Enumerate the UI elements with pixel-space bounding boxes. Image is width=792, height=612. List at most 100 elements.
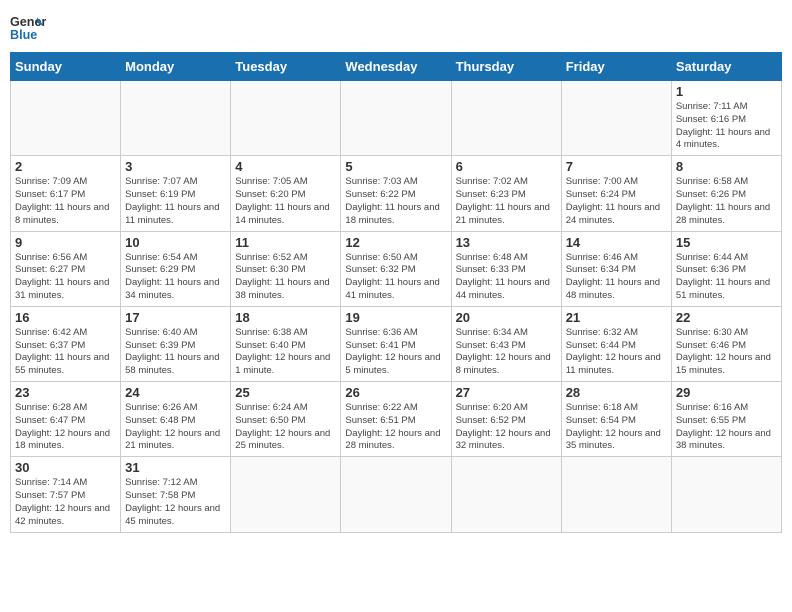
- day-info: Sunrise: 7:11 AM Sunset: 6:16 PM Dayligh…: [676, 101, 777, 152]
- day-info: Sunrise: 6:22 AM Sunset: 6:51 PM Dayligh…: [345, 402, 446, 453]
- calendar-cell: 8 Sunrise: 6:58 AM Sunset: 6:26 PM Daylig…: [671, 156, 781, 231]
- day-info: Sunrise: 6:28 AM Sunset: 6:47 PM Dayligh…: [15, 402, 116, 453]
- calendar-cell: 21 Sunrise: 6:32 AM Sunset: 6:44 PM Dayli…: [561, 306, 671, 381]
- calendar-cell: 18 Sunrise: 6:38 AM Sunset: 6:40 PM Dayli…: [231, 306, 341, 381]
- day-number: 22: [676, 310, 777, 325]
- calendar-cell: 31 Sunrise: 7:12 AM Sunset: 7:58 PM Dayli…: [121, 457, 231, 532]
- calendar-week-row: 2 Sunrise: 7:09 AM Sunset: 6:17 PM Daylig…: [11, 156, 782, 231]
- header: General Blue: [10, 10, 782, 46]
- calendar-cell: [561, 81, 671, 156]
- day-info: Sunrise: 7:14 AM Sunset: 7:57 PM Dayligh…: [15, 477, 116, 528]
- day-number: 2: [15, 159, 116, 174]
- day-number: 14: [566, 235, 667, 250]
- weekday-header: Friday: [561, 53, 671, 81]
- day-info: Sunrise: 6:56 AM Sunset: 6:27 PM Dayligh…: [15, 252, 116, 303]
- calendar-cell: 12Sunrise: 6:50 AM Sunset: 6:32 PM Dayli…: [341, 231, 451, 306]
- day-info: Sunrise: 6:58 AM Sunset: 6:26 PM Dayligh…: [676, 176, 777, 227]
- day-info: Sunrise: 7:09 AM Sunset: 6:17 PM Dayligh…: [15, 176, 116, 227]
- calendar-cell: 1Sunrise: 7:11 AM Sunset: 6:16 PM Daylig…: [671, 81, 781, 156]
- calendar-cell: 9 Sunrise: 6:56 AM Sunset: 6:27 PM Daylig…: [11, 231, 121, 306]
- calendar-cell: [671, 457, 781, 532]
- calendar-cell: [451, 81, 561, 156]
- day-number: 19: [345, 310, 446, 325]
- logo-icon: General Blue: [10, 10, 46, 46]
- day-info: Sunrise: 6:42 AM Sunset: 6:37 PM Dayligh…: [15, 327, 116, 378]
- day-info: Sunrise: 6:24 AM Sunset: 6:50 PM Dayligh…: [235, 402, 336, 453]
- day-number: 5: [345, 159, 446, 174]
- weekday-header-row: SundayMondayTuesdayWednesdayThursdayFrid…: [11, 53, 782, 81]
- calendar-cell: 28Sunrise: 6:18 AM Sunset: 6:54 PM Dayli…: [561, 382, 671, 457]
- day-info: Sunrise: 6:46 AM Sunset: 6:34 PM Dayligh…: [566, 252, 667, 303]
- day-number: 13: [456, 235, 557, 250]
- calendar-cell: 15Sunrise: 6:44 AM Sunset: 6:36 PM Dayli…: [671, 231, 781, 306]
- calendar-cell: 13 Sunrise: 6:48 AM Sunset: 6:33 PM Dayli…: [451, 231, 561, 306]
- day-number: 24: [125, 385, 226, 400]
- calendar-cell: 4 Sunrise: 7:05 AM Sunset: 6:20 PM Daylig…: [231, 156, 341, 231]
- weekday-header: Saturday: [671, 53, 781, 81]
- day-info: Sunrise: 7:02 AM Sunset: 6:23 PM Dayligh…: [456, 176, 557, 227]
- day-info: Sunrise: 6:20 AM Sunset: 6:52 PM Dayligh…: [456, 402, 557, 453]
- day-number: 10: [125, 235, 226, 250]
- day-number: 31: [125, 460, 226, 475]
- weekday-header: Sunday: [11, 53, 121, 81]
- day-info: Sunrise: 6:52 AM Sunset: 6:30 PM Dayligh…: [235, 252, 336, 303]
- day-number: 25: [235, 385, 336, 400]
- day-number: 26: [345, 385, 446, 400]
- day-info: Sunrise: 7:07 AM Sunset: 6:19 PM Dayligh…: [125, 176, 226, 227]
- calendar-table: SundayMondayTuesdayWednesdayThursdayFrid…: [10, 52, 782, 533]
- calendar-cell: 2 Sunrise: 7:09 AM Sunset: 6:17 PM Daylig…: [11, 156, 121, 231]
- calendar-cell: 11Sunrise: 6:52 AM Sunset: 6:30 PM Dayli…: [231, 231, 341, 306]
- day-info: Sunrise: 7:05 AM Sunset: 6:20 PM Dayligh…: [235, 176, 336, 227]
- calendar-week-row: 1Sunrise: 7:11 AM Sunset: 6:16 PM Daylig…: [11, 81, 782, 156]
- day-info: Sunrise: 7:00 AM Sunset: 6:24 PM Dayligh…: [566, 176, 667, 227]
- calendar-cell: 29Sunrise: 6:16 AM Sunset: 6:55 PM Dayli…: [671, 382, 781, 457]
- calendar-cell: 25 Sunrise: 6:24 AM Sunset: 6:50 PM Dayli…: [231, 382, 341, 457]
- day-info: Sunrise: 6:38 AM Sunset: 6:40 PM Dayligh…: [235, 327, 336, 378]
- day-number: 27: [456, 385, 557, 400]
- day-number: 30: [15, 460, 116, 475]
- day-number: 7: [566, 159, 667, 174]
- calendar-cell: [231, 81, 341, 156]
- calendar-cell: 30 Sunrise: 7:14 AM Sunset: 7:57 PM Dayli…: [11, 457, 121, 532]
- day-number: 21: [566, 310, 667, 325]
- day-info: Sunrise: 6:30 AM Sunset: 6:46 PM Dayligh…: [676, 327, 777, 378]
- calendar-cell: 19Sunrise: 6:36 AM Sunset: 6:41 PM Dayli…: [341, 306, 451, 381]
- calendar-cell: [121, 81, 231, 156]
- day-number: 4: [235, 159, 336, 174]
- day-number: 9: [15, 235, 116, 250]
- day-number: 16: [15, 310, 116, 325]
- day-number: 12: [345, 235, 446, 250]
- day-info: Sunrise: 6:40 AM Sunset: 6:39 PM Dayligh…: [125, 327, 226, 378]
- calendar-cell: [561, 457, 671, 532]
- day-info: Sunrise: 6:48 AM Sunset: 6:33 PM Dayligh…: [456, 252, 557, 303]
- calendar-cell: 10 Sunrise: 6:54 AM Sunset: 6:29 PM Dayli…: [121, 231, 231, 306]
- calendar-cell: [11, 81, 121, 156]
- calendar-cell: 22 Sunrise: 6:30 AM Sunset: 6:46 PM Dayli…: [671, 306, 781, 381]
- calendar-cell: 20Sunrise: 6:34 AM Sunset: 6:43 PM Dayli…: [451, 306, 561, 381]
- day-info: Sunrise: 6:32 AM Sunset: 6:44 PM Dayligh…: [566, 327, 667, 378]
- day-number: 8: [676, 159, 777, 174]
- calendar-cell: 5Sunrise: 7:03 AM Sunset: 6:22 PM Daylig…: [341, 156, 451, 231]
- svg-text:Blue: Blue: [10, 28, 37, 42]
- day-number: 20: [456, 310, 557, 325]
- day-number: 17: [125, 310, 226, 325]
- day-info: Sunrise: 7:12 AM Sunset: 7:58 PM Dayligh…: [125, 477, 226, 528]
- day-number: 23: [15, 385, 116, 400]
- logo: General Blue: [10, 10, 46, 46]
- day-number: 6: [456, 159, 557, 174]
- calendar-cell: 27 Sunrise: 6:20 AM Sunset: 6:52 PM Dayli…: [451, 382, 561, 457]
- calendar-week-row: 16 Sunrise: 6:42 AM Sunset: 6:37 PM Dayli…: [11, 306, 782, 381]
- weekday-header: Thursday: [451, 53, 561, 81]
- day-number: 18: [235, 310, 336, 325]
- calendar-cell: 7 Sunrise: 7:00 AM Sunset: 6:24 PM Daylig…: [561, 156, 671, 231]
- weekday-header: Tuesday: [231, 53, 341, 81]
- calendar-week-row: 23 Sunrise: 6:28 AM Sunset: 6:47 PM Dayli…: [11, 382, 782, 457]
- day-info: Sunrise: 6:18 AM Sunset: 6:54 PM Dayligh…: [566, 402, 667, 453]
- day-info: Sunrise: 6:54 AM Sunset: 6:29 PM Dayligh…: [125, 252, 226, 303]
- day-info: Sunrise: 6:16 AM Sunset: 6:55 PM Dayligh…: [676, 402, 777, 453]
- calendar-cell: [231, 457, 341, 532]
- weekday-header: Monday: [121, 53, 231, 81]
- calendar-cell: 24Sunrise: 6:26 AM Sunset: 6:48 PM Dayli…: [121, 382, 231, 457]
- calendar-cell: 3Sunrise: 7:07 AM Sunset: 6:19 PM Daylig…: [121, 156, 231, 231]
- calendar-cell: 6 Sunrise: 7:02 AM Sunset: 6:23 PM Daylig…: [451, 156, 561, 231]
